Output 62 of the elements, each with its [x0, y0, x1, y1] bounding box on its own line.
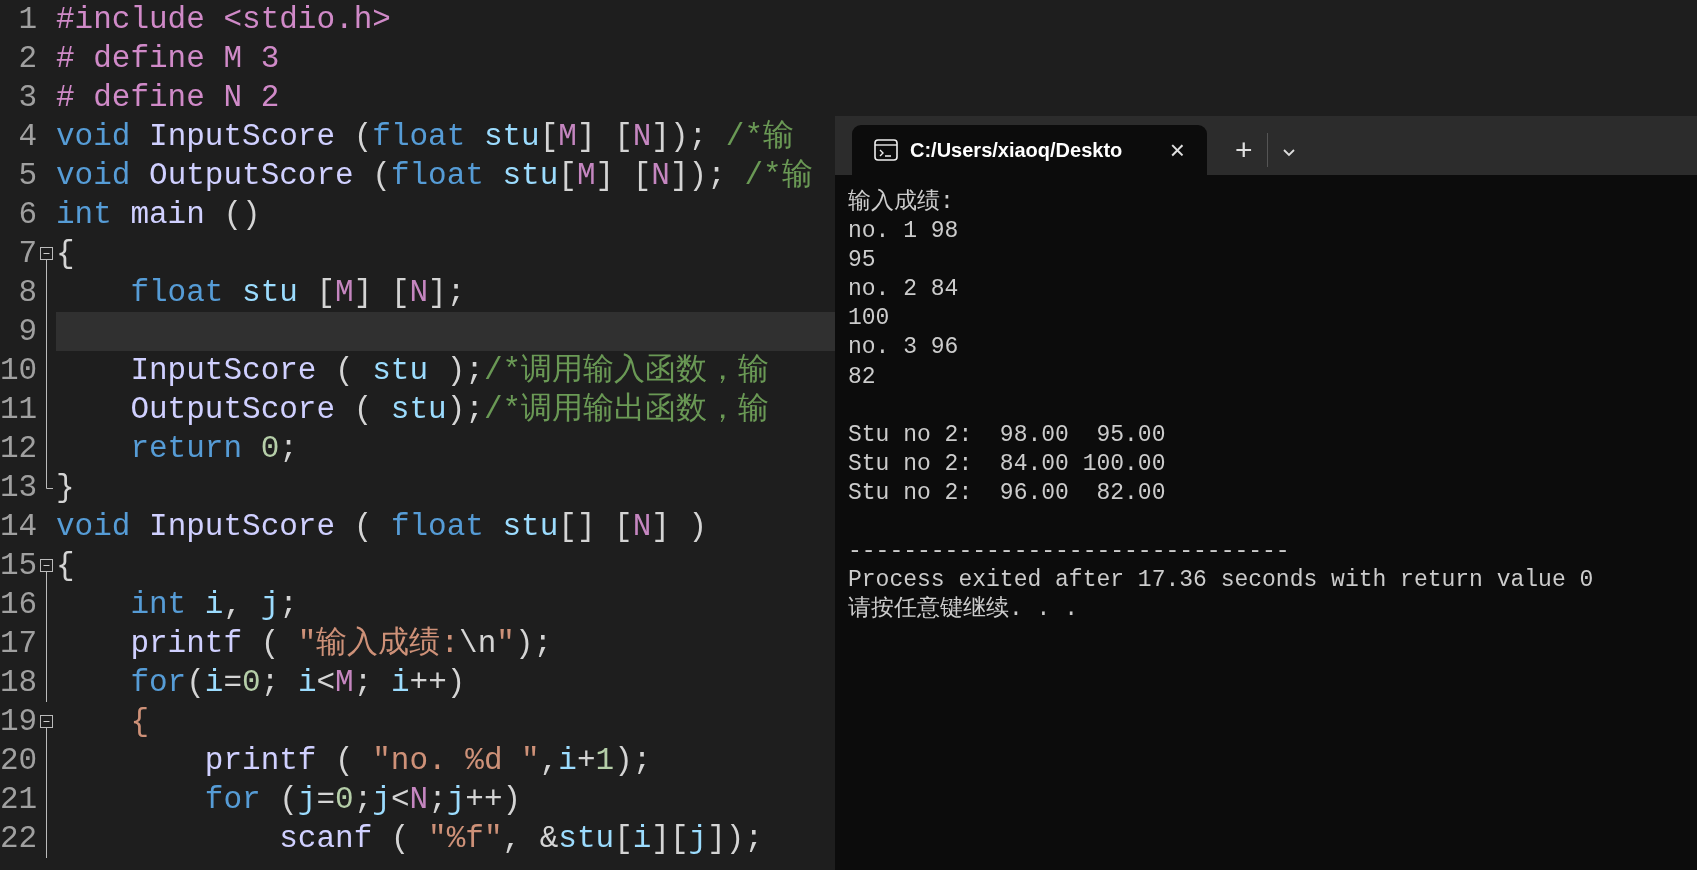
output-line: no. 2 84: [848, 275, 959, 305]
line-number: 6: [17, 196, 37, 234]
line-number: 7: [17, 235, 37, 273]
new-tab-button[interactable]: +: [1227, 135, 1261, 165]
code-line: for (j=0;j<N;j++): [203, 781, 522, 819]
code-line: return 0;: [129, 430, 298, 468]
code-line: scanf ( "%f", &stu[i][j]);: [278, 820, 763, 858]
line-number: 15: [0, 547, 37, 585]
output-line: 82: [848, 362, 876, 392]
output-line: no. 3 96: [848, 333, 959, 363]
code-line: float stu [M] [N];: [129, 274, 466, 312]
line-number: 1: [17, 1, 37, 39]
output-line: no. 1 98: [848, 217, 959, 247]
chevron-down-icon: [1281, 146, 1296, 157]
code-line: #include <stdio.h>: [56, 1, 391, 39]
code-line: int main (): [56, 196, 261, 234]
line-number: 20: [0, 742, 37, 780]
terminal-tab[interactable]: C:/Users/xiaoq/Deskto ×: [852, 125, 1207, 175]
line-number: 19: [0, 703, 37, 741]
code-line: void OutputScore (float stu[M] [N]); /*输: [56, 157, 813, 195]
tab-title: C:/Users/xiaoq/Deskto: [910, 138, 1124, 163]
code-line: # define M 3: [56, 40, 280, 78]
line-number: 5: [17, 157, 37, 195]
code-line: printf ( "输入成绩:\n");: [129, 625, 553, 663]
code-line: OutputScore ( stu);/*调用输出函数，输: [129, 391, 770, 429]
code-line: void InputScore ( float stu[] [N] ): [56, 508, 708, 546]
output-line: 95: [848, 246, 876, 276]
line-number: 16: [0, 586, 37, 624]
terminal-icon: [874, 139, 898, 161]
code-line: int i, j;: [129, 586, 298, 624]
line-number: 22: [0, 820, 37, 858]
line-number: 12: [0, 430, 37, 468]
line-number: 3: [17, 79, 37, 117]
code-line: printf ( "no. %d ",i+1);: [203, 742, 652, 780]
line-number: 18: [0, 664, 37, 702]
line-number: 21: [0, 781, 37, 819]
code-line: }: [56, 469, 75, 507]
line-number: 8: [17, 274, 37, 312]
line-number: 4: [17, 118, 37, 156]
code-line: InputScore ( stu );/*调用输入函数，输: [129, 352, 770, 390]
output-line: Process exited after 17.36 seconds with return value 0: [848, 566, 1594, 596]
code-line: {: [56, 235, 75, 273]
output-line: 请按任意键继续. . .: [848, 595, 1078, 625]
line-number: 10: [0, 352, 37, 390]
output-line: Stu no 2: 98.00 95.00: [848, 420, 1166, 450]
line-number: 11: [0, 391, 37, 429]
close-tab-button[interactable]: ×: [1165, 137, 1189, 163]
line-number: 2: [17, 40, 37, 78]
code-line: {: [129, 703, 149, 741]
code-line: # define N 2: [56, 79, 280, 117]
line-number: 13: [0, 469, 37, 507]
output-line: Stu no 2: 84.00 100.00: [848, 449, 1166, 479]
code-line: void InputScore (float stu[M] [N]); /*输: [56, 118, 794, 156]
code-line: for(i=0; i<M; i++): [129, 664, 466, 702]
line-number: 17: [0, 625, 37, 663]
output-line: 输入成绩:: [848, 188, 954, 217]
line-number: 9: [17, 313, 37, 351]
output-line: 100: [848, 304, 890, 334]
output-line: Stu no 2: 96.00 82.00: [848, 478, 1166, 508]
line-number: 14: [0, 508, 37, 546]
code-line: {: [56, 547, 75, 585]
output-line: --------------------------------: [848, 537, 1290, 567]
